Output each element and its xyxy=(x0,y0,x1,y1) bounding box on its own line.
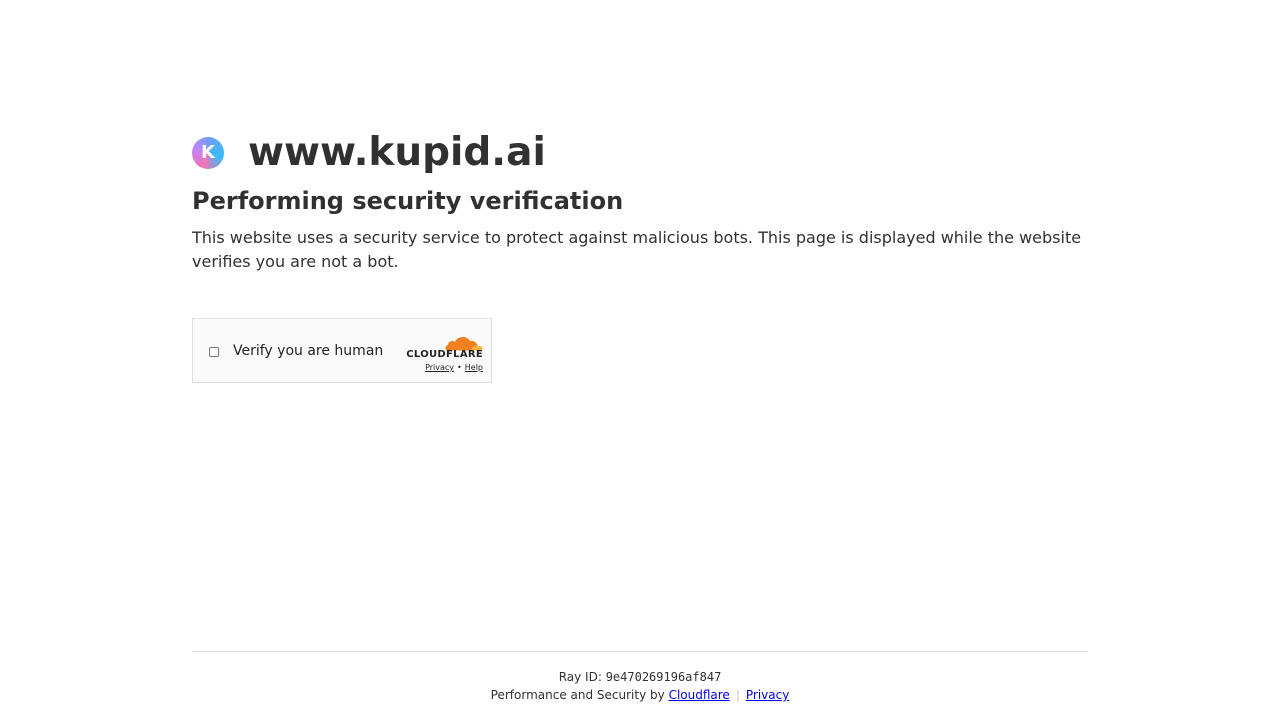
ray-id-line: Ray ID: 9e470269196af847 xyxy=(192,668,1088,686)
footer-divider xyxy=(192,651,1088,652)
widget-privacy-link[interactable]: Privacy xyxy=(425,363,454,372)
site-name: www.kupid.ai xyxy=(248,130,546,175)
turnstile-widget: Verify you are human CLOUDFLARE Privacy •… xyxy=(192,318,492,383)
footer: Ray ID: 9e470269196af847 Performance and… xyxy=(192,668,1088,704)
site-logo-icon: K xyxy=(192,137,224,169)
cloudflare-links: Privacy • Help xyxy=(425,363,483,373)
verify-checkbox[interactable] xyxy=(209,347,219,357)
widget-help-link[interactable]: Help xyxy=(465,363,483,372)
performance-line: Performance and Security by Cloudflare | P… xyxy=(192,686,1088,704)
cloudflare-wordmark: CLOUDFLARE xyxy=(406,349,483,360)
verify-label[interactable]: Verify you are human xyxy=(233,342,383,360)
footer-privacy-link[interactable]: Privacy xyxy=(746,688,789,702)
cloudflare-branding: CLOUDFLARE Privacy • Help xyxy=(403,331,483,373)
page-title: Performing security verification xyxy=(192,187,624,215)
ray-id-label: Ray ID: xyxy=(558,670,602,684)
footer-separator: | xyxy=(735,688,740,702)
site-logo-letter: K xyxy=(201,142,215,163)
ray-id-value: 9e470269196af847 xyxy=(605,670,722,684)
widget-links-separator: • xyxy=(457,363,462,372)
cloudflare-link[interactable]: Cloudflare xyxy=(669,688,730,702)
main-content: K www.kupid.ai Performing security verif… xyxy=(192,130,1088,383)
page-description: This website uses a security service to … xyxy=(192,228,1082,271)
site-header: K www.kupid.ai xyxy=(192,130,1088,176)
performance-text: Performance and Security by xyxy=(490,688,665,702)
